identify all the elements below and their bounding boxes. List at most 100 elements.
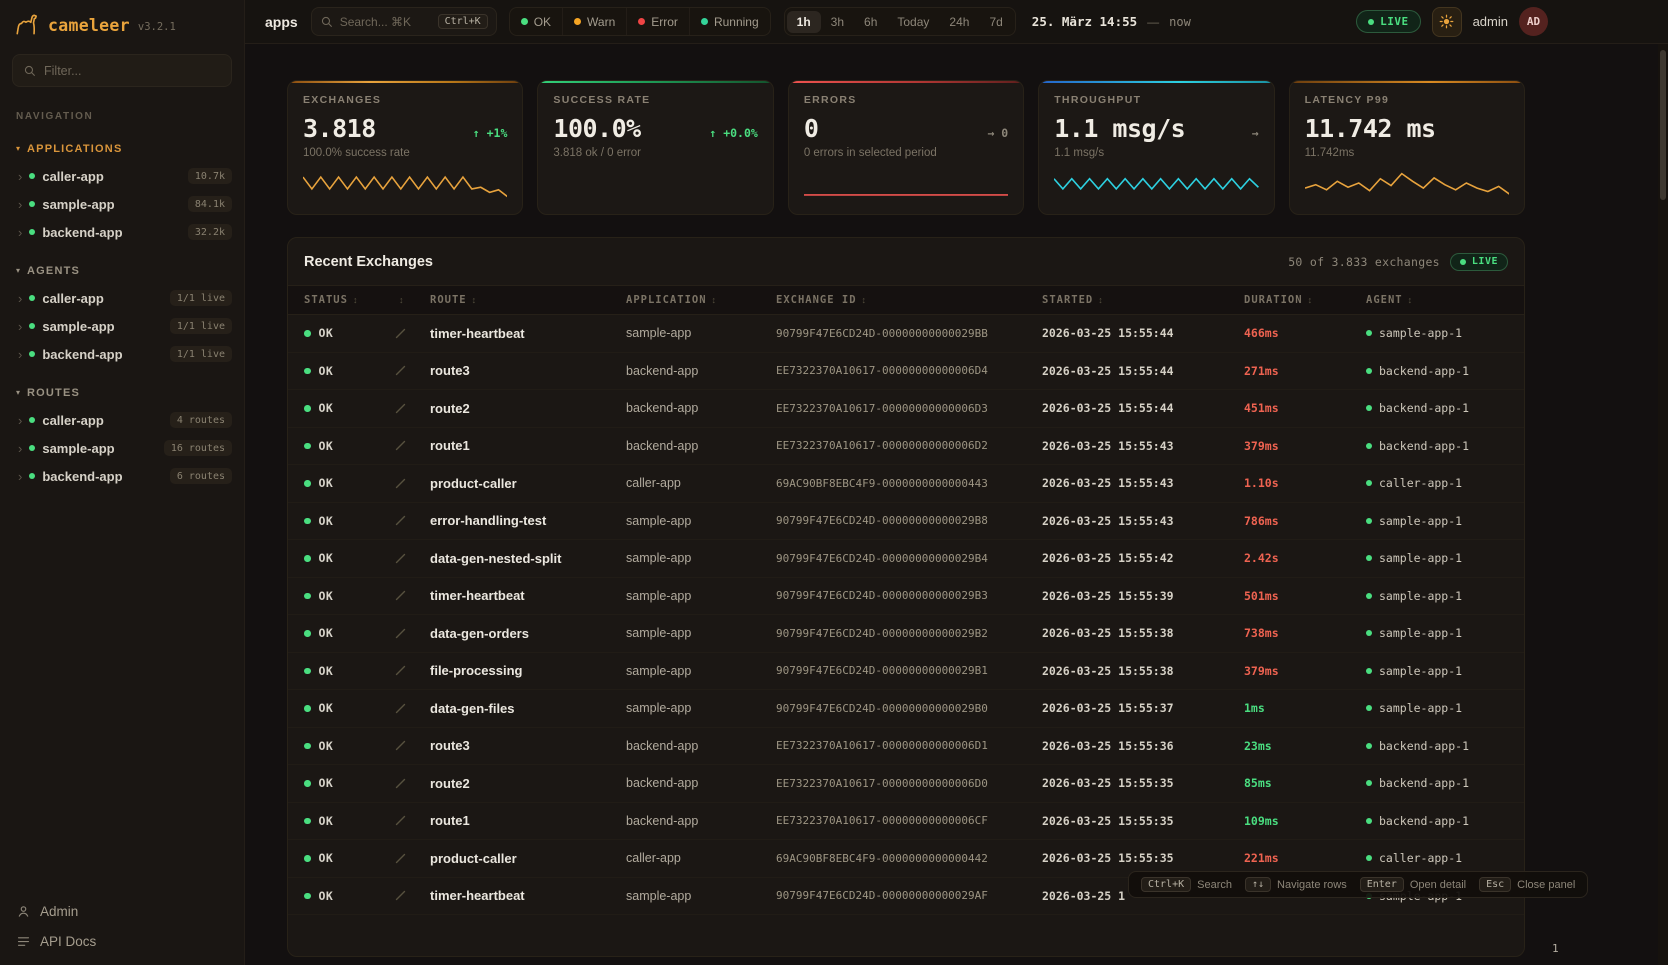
exchange-id: 69AC90BF8EBC4F9-0000000000000443 bbox=[776, 477, 1042, 490]
sort-icon[interactable]: ↕ bbox=[862, 295, 867, 305]
route-name[interactable]: route3 bbox=[430, 363, 626, 378]
route-name[interactable]: error-handling-test bbox=[430, 513, 626, 528]
scrollbar-thumb[interactable] bbox=[1660, 50, 1666, 200]
status-cell: OK bbox=[304, 439, 394, 453]
sidebar-item[interactable]: › backend-app 32.2k bbox=[0, 218, 244, 246]
time-range-button[interactable]: 6h bbox=[854, 11, 887, 33]
avatar[interactable]: AD bbox=[1519, 7, 1548, 36]
route-name[interactable]: timer-heartbeat bbox=[430, 326, 626, 341]
search-input[interactable] bbox=[340, 15, 431, 29]
sidebar-item-label: sample-app bbox=[42, 319, 114, 334]
table-row[interactable]: OK timer-heartbeat sample-app 90799F47E6… bbox=[288, 578, 1524, 616]
hint-key: ↑↓ bbox=[1245, 877, 1271, 892]
status-dot bbox=[29, 351, 35, 357]
time-range-button[interactable]: 3h bbox=[821, 11, 854, 33]
diagonal-arrow-icon bbox=[394, 739, 407, 752]
route-name[interactable]: product-caller bbox=[430, 476, 626, 491]
sort-icon[interactable]: ↕ bbox=[1098, 295, 1103, 305]
route-name[interactable]: data-gen-files bbox=[430, 701, 626, 716]
started-timestamp: 2026-03-25 15:55:36 bbox=[1042, 739, 1244, 753]
status-filter-chip[interactable]: Error bbox=[626, 8, 689, 35]
search-icon bbox=[320, 15, 333, 28]
sort-icon[interactable]: ↕ bbox=[399, 295, 404, 305]
table-row[interactable]: OK error-handling-test sample-app 90799F… bbox=[288, 503, 1524, 541]
route-name[interactable]: timer-heartbeat bbox=[430, 888, 626, 903]
column-header[interactable]: STATUS ↕ bbox=[304, 294, 394, 306]
table-row[interactable]: OK route1 backend-app EE7322370A10617-00… bbox=[288, 803, 1524, 841]
status-label: OK bbox=[319, 701, 334, 715]
status-filter-chip[interactable]: Warn bbox=[562, 8, 626, 35]
route-name[interactable]: data-gen-nested-split bbox=[430, 551, 626, 566]
table-row[interactable]: OK data-gen-nested-split sample-app 9079… bbox=[288, 540, 1524, 578]
time-range-button[interactable]: 1h bbox=[787, 11, 821, 33]
trace-cell bbox=[394, 402, 430, 415]
sidebar-item[interactable]: › sample-app 1/1 live bbox=[0, 312, 244, 340]
nav-section-header[interactable]: ▾ ROUTES bbox=[0, 380, 244, 406]
now-label[interactable]: now bbox=[1169, 15, 1191, 29]
table-row[interactable]: OK route1 backend-app EE7322370A10617-00… bbox=[288, 428, 1524, 466]
time-range-button[interactable]: Today bbox=[887, 11, 939, 33]
live-badge[interactable]: LIVE bbox=[1356, 10, 1421, 33]
status-dot bbox=[29, 295, 35, 301]
sort-icon[interactable]: ↕ bbox=[472, 295, 477, 305]
route-name[interactable]: file-processing bbox=[430, 663, 626, 678]
status-dot bbox=[29, 417, 35, 423]
route-name[interactable]: route1 bbox=[430, 438, 626, 453]
trace-cell bbox=[394, 889, 430, 902]
sidebar-item-api-docs[interactable]: API Docs bbox=[16, 934, 228, 949]
table-row[interactable]: OK route2 backend-app EE7322370A10617-00… bbox=[288, 765, 1524, 803]
column-header[interactable]: EXCHANGE ID ↕ bbox=[776, 294, 1042, 306]
table-row[interactable]: OK file-processing sample-app 90799F47E6… bbox=[288, 653, 1524, 691]
sort-icon[interactable]: ↕ bbox=[712, 295, 717, 305]
column-header[interactable]: AGENT ↕ bbox=[1366, 294, 1508, 306]
chevron-right-icon: › bbox=[18, 414, 22, 427]
column-header[interactable]: APPLICATION ↕ bbox=[626, 294, 776, 306]
sort-icon[interactable]: ↕ bbox=[1408, 295, 1413, 305]
route-name[interactable]: data-gen-orders bbox=[430, 626, 626, 641]
sidebar-item[interactable]: › caller-app 10.7k bbox=[0, 162, 244, 190]
sidebar-item[interactable]: › backend-app 1/1 live bbox=[0, 340, 244, 368]
table-row[interactable]: OK product-caller caller-app 69AC90BF8EB… bbox=[288, 465, 1524, 503]
column-header[interactable]: ↕ bbox=[394, 295, 430, 305]
time-range-button[interactable]: 7d bbox=[979, 11, 1012, 33]
agent-name: sample-app-1 bbox=[1379, 514, 1462, 528]
table-row[interactable]: OK data-gen-orders sample-app 90799F47E6… bbox=[288, 615, 1524, 653]
route-name[interactable]: route3 bbox=[430, 738, 626, 753]
route-name[interactable]: product-caller bbox=[430, 851, 626, 866]
global-search[interactable]: Ctrl+K bbox=[311, 7, 497, 36]
column-header[interactable]: DURATION ↕ bbox=[1244, 294, 1366, 306]
route-name[interactable]: route2 bbox=[430, 776, 626, 791]
table-row[interactable]: OK route3 backend-app EE7322370A10617-00… bbox=[288, 353, 1524, 391]
sort-icon[interactable]: ↕ bbox=[1308, 295, 1313, 305]
sidebar-item[interactable]: › sample-app 16 routes bbox=[0, 434, 244, 462]
table-row[interactable]: OK route2 backend-app EE7322370A10617-00… bbox=[288, 390, 1524, 428]
route-name[interactable]: route2 bbox=[430, 401, 626, 416]
sidebar-item[interactable]: › caller-app 4 routes bbox=[0, 406, 244, 434]
table-row[interactable]: OK route3 backend-app EE7322370A10617-00… bbox=[288, 728, 1524, 766]
sidebar-item[interactable]: › sample-app 84.1k bbox=[0, 190, 244, 218]
scrollbar-track[interactable] bbox=[1658, 44, 1668, 965]
agent-cell: backend-app-1 bbox=[1366, 439, 1508, 453]
nav-section-header[interactable]: ▾ APPLICATIONS bbox=[0, 136, 244, 162]
sidebar-item[interactable]: › backend-app 6 routes bbox=[0, 462, 244, 490]
table-row[interactable]: OK data-gen-files sample-app 90799F47E6C… bbox=[288, 690, 1524, 728]
logo[interactable]: cameleer v3.2.1 bbox=[0, 0, 244, 46]
filter-input[interactable] bbox=[44, 64, 221, 78]
sidebar-filter[interactable] bbox=[12, 54, 232, 87]
status-filter-chip[interactable]: Running bbox=[689, 8, 770, 35]
hint-label: Search bbox=[1197, 879, 1232, 891]
sidebar-item-admin[interactable]: Admin bbox=[16, 904, 228, 919]
table-row[interactable]: OK timer-heartbeat sample-app 90799F47E6… bbox=[288, 315, 1524, 353]
status-filter-chip[interactable]: OK bbox=[510, 8, 562, 35]
theme-toggle-button[interactable] bbox=[1432, 7, 1462, 37]
nav-section-header[interactable]: ▾ AGENTS bbox=[0, 258, 244, 284]
sidebar-item-label: backend-app bbox=[42, 225, 122, 240]
route-name[interactable]: timer-heartbeat bbox=[430, 588, 626, 603]
time-range-button[interactable]: 24h bbox=[939, 11, 979, 33]
column-header[interactable]: STARTED ↕ bbox=[1042, 294, 1244, 306]
sidebar-item[interactable]: › caller-app 1/1 live bbox=[0, 284, 244, 312]
sort-icon[interactable]: ↕ bbox=[353, 295, 358, 305]
route-name[interactable]: route1 bbox=[430, 813, 626, 828]
column-header[interactable]: ROUTE ↕ bbox=[430, 294, 626, 306]
main-content: EXCHANGES 3.818 ↑ +1% 100.0% success rat… bbox=[245, 44, 1668, 965]
